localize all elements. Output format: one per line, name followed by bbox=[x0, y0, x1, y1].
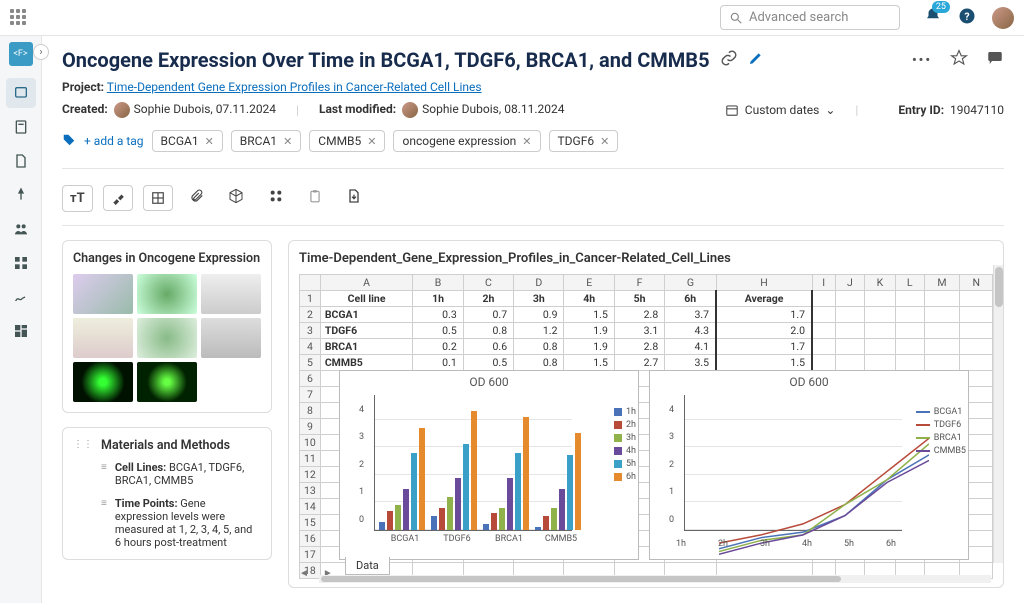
app-switcher-icon[interactable] bbox=[10, 9, 28, 27]
apps-tool[interactable] bbox=[261, 183, 291, 213]
drag-handle-icon[interactable]: ⋮⋮ bbox=[73, 439, 93, 450]
attachment-tool[interactable] bbox=[183, 183, 211, 213]
notification-badge: 25 bbox=[932, 1, 950, 13]
entry-id: 19047110 bbox=[950, 103, 1004, 117]
search-input[interactable]: Advanced search bbox=[720, 5, 900, 30]
drag-handle-icon[interactable]: ≡ bbox=[101, 498, 107, 549]
sheet-tab[interactable]: Data bbox=[345, 557, 390, 575]
mm-item: Time Points: Gene expression levels were… bbox=[115, 497, 261, 549]
mm-item: Cell Lines: BCGA1, TDGF6, BRCA1, CMMB5 bbox=[115, 461, 261, 487]
star-icon[interactable] bbox=[950, 49, 968, 71]
created-by: Sophie Dubois, 07.11.2024 bbox=[134, 102, 276, 116]
project-label: Project: bbox=[62, 80, 104, 94]
entry-id-label: Entry ID: bbox=[898, 103, 944, 117]
project-link[interactable]: Time-Dependent Gene Expression Profiles … bbox=[107, 80, 482, 94]
highlight-tool[interactable] bbox=[103, 185, 133, 211]
created-label: Created: bbox=[62, 102, 108, 116]
nav-team-icon[interactable] bbox=[6, 214, 36, 244]
clipboard-tool[interactable] bbox=[301, 183, 329, 213]
notifications-icon[interactable]: 25 bbox=[924, 7, 942, 29]
chevron-down-icon: ⌄ bbox=[825, 103, 835, 117]
page-title: Oncogene Expression Over Time in BCGA1, … bbox=[62, 48, 710, 72]
line-chart: OD 600 01234 BCGA1TDGF6BRCA1CMMB5 1h2h3h… bbox=[649, 370, 969, 560]
modified-label: Last modified: bbox=[319, 102, 396, 116]
nav-grid-icon[interactable] bbox=[6, 248, 36, 278]
tag-icon bbox=[62, 133, 76, 150]
tag-chip[interactable]: oncogene expression✕ bbox=[393, 130, 540, 152]
nav-sign-icon[interactable] bbox=[6, 282, 36, 312]
search-placeholder: Advanced search bbox=[749, 10, 848, 25]
cube-tool[interactable] bbox=[221, 183, 251, 213]
drag-handle-icon[interactable]: ≡ bbox=[101, 462, 107, 487]
avatar bbox=[114, 102, 130, 118]
tag-chip[interactable]: TDGF6✕ bbox=[549, 130, 619, 152]
comment-icon[interactable] bbox=[986, 49, 1004, 71]
close-icon[interactable]: ✕ bbox=[283, 135, 292, 148]
image-grid bbox=[73, 274, 261, 402]
dates-label: Custom dates bbox=[745, 103, 820, 117]
avatar bbox=[402, 102, 418, 118]
add-tag-button[interactable]: + add a tag bbox=[84, 134, 144, 148]
close-icon[interactable]: ✕ bbox=[367, 135, 376, 148]
tag-chip[interactable]: BCGA1✕ bbox=[152, 130, 223, 152]
text-size-tool[interactable]: тT bbox=[62, 185, 93, 212]
link-icon[interactable] bbox=[720, 49, 738, 71]
help-icon[interactable]: ? bbox=[958, 7, 976, 29]
nav-notebook-icon[interactable] bbox=[6, 78, 36, 108]
chart-title: OD 600 bbox=[650, 375, 968, 389]
nav-pin-icon[interactable] bbox=[6, 180, 36, 210]
horizontal-scrollbar[interactable] bbox=[319, 575, 991, 583]
custom-dates-dropdown[interactable]: Custom dates ⌄ bbox=[725, 103, 836, 117]
close-icon[interactable]: ✕ bbox=[600, 135, 609, 148]
tag-chip[interactable]: CMMB5✕ bbox=[309, 130, 385, 152]
app-logo[interactable]: <F> bbox=[9, 42, 33, 66]
close-icon[interactable]: ✕ bbox=[522, 135, 531, 148]
panel-title: Changes in Oncogene Expression bbox=[73, 251, 261, 266]
close-icon[interactable]: ✕ bbox=[205, 135, 214, 148]
vertical-scrollbar[interactable] bbox=[993, 265, 1003, 563]
nav-file-icon[interactable] bbox=[6, 146, 36, 176]
more-icon[interactable]: ••• bbox=[912, 53, 932, 68]
avatar[interactable] bbox=[992, 7, 1014, 29]
chart-title: OD 600 bbox=[340, 375, 638, 389]
spreadsheet-title: Time-Dependent_Gene_Expression_Profiles_… bbox=[299, 251, 993, 266]
bar-chart: OD 600 01234BCGA1TDGF6BRCA1CMMB5 1h2h3h4… bbox=[339, 370, 639, 560]
import-tool[interactable] bbox=[339, 183, 369, 213]
tag-chip[interactable]: BRCA1✕ bbox=[231, 130, 301, 152]
nav-document-icon[interactable] bbox=[6, 112, 36, 142]
svg-text:?: ? bbox=[964, 9, 969, 22]
modified-by: Sophie Dubois, 08.11.2024 bbox=[422, 102, 564, 116]
nav-dashboard-icon[interactable] bbox=[6, 316, 36, 346]
mm-title: Materials and Methods bbox=[101, 438, 261, 453]
search-icon bbox=[729, 11, 743, 25]
table-tool[interactable] bbox=[143, 185, 173, 211]
calendar-icon bbox=[725, 103, 739, 117]
expand-sidebar-button[interactable]: › bbox=[33, 44, 49, 60]
edit-icon[interactable] bbox=[748, 50, 764, 70]
prev-sheet-icon[interactable]: ◄ bbox=[299, 568, 309, 579]
